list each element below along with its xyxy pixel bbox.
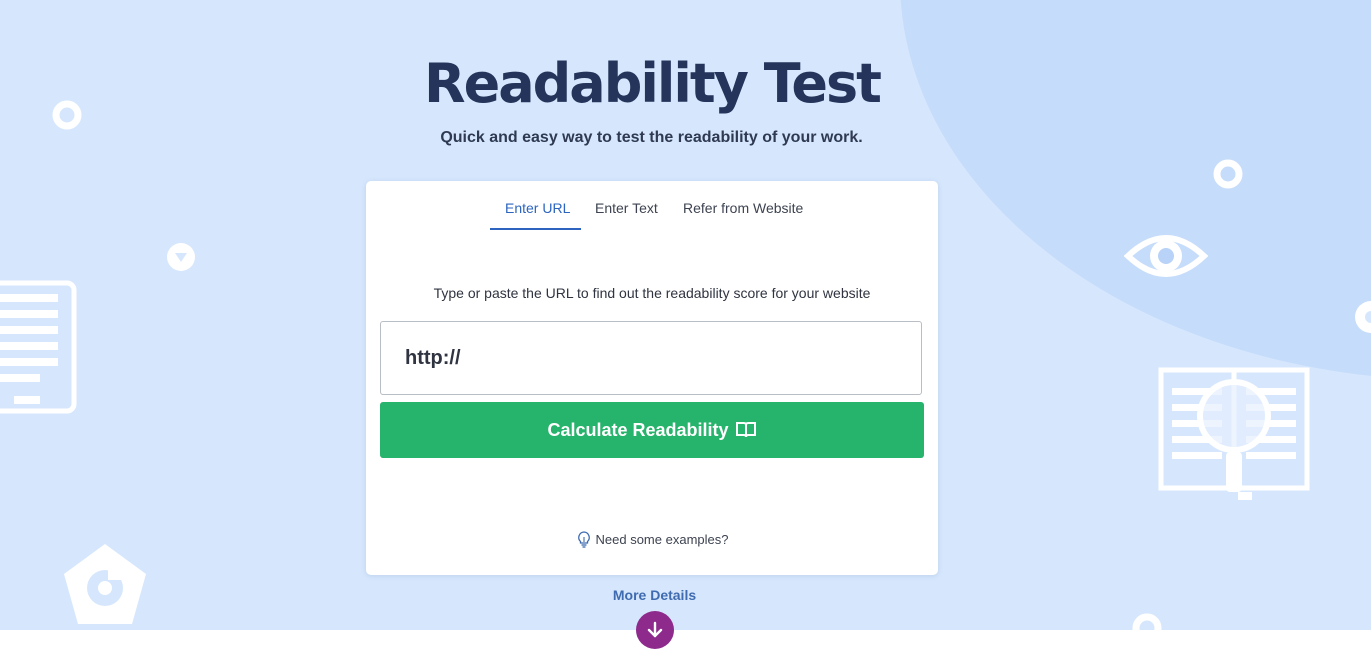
ring-decoration-icon — [1132, 613, 1162, 630]
page-subtitle: Quick and easy way to test the readabili… — [440, 129, 863, 146]
pentagon-decoration-icon — [64, 544, 146, 624]
lightbulb-icon — [577, 531, 590, 548]
book-search-decoration-icon — [1158, 367, 1310, 500]
calculate-readability-button[interactable]: Calculate Readability — [380, 402, 924, 458]
more-details-link[interactable]: More Details — [0, 587, 1309, 603]
calculate-readability-label: Calculate Readability — [547, 419, 729, 440]
tab-enter-text[interactable]: Enter Text — [595, 200, 658, 216]
hero-section: Readability Test Quick and easy way to t… — [0, 0, 1371, 630]
triangle-circle-decoration-icon — [167, 243, 195, 271]
active-tab-indicator — [490, 228, 581, 230]
tablet-decoration-icon — [0, 280, 77, 414]
eye-decoration-icon — [1124, 235, 1208, 277]
need-examples-link[interactable]: Need some examples? — [366, 530, 938, 548]
url-input[interactable] — [380, 321, 922, 395]
scroll-down-button[interactable] — [636, 611, 674, 649]
input-mode-tabs: Enter URL Enter Text Refer from Website — [366, 181, 938, 231]
tab-refer-from-website[interactable]: Refer from Website — [683, 200, 803, 216]
partial-circle-decoration-icon — [1355, 301, 1371, 333]
arrow-down-icon — [647, 621, 663, 638]
need-examples-label: Need some examples? — [595, 531, 729, 547]
readability-card: Enter URL Enter Text Refer from Website … — [366, 181, 938, 575]
ring-decoration-icon — [1213, 159, 1243, 189]
page-title: Readability Test — [424, 52, 882, 115]
url-instruction: Type or paste the URL to find out the re… — [433, 285, 871, 301]
open-book-icon — [735, 422, 756, 438]
tab-enter-url[interactable]: Enter URL — [505, 200, 570, 216]
